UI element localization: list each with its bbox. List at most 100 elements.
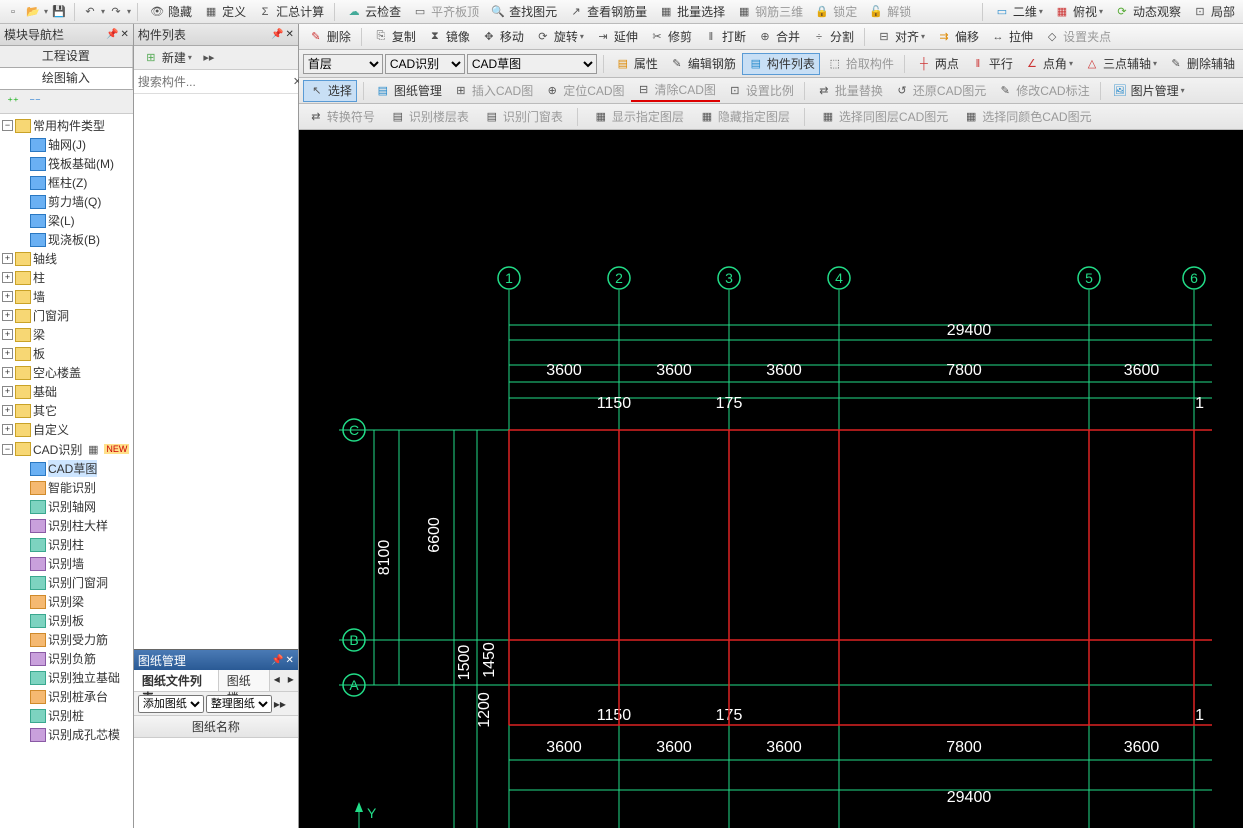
editrebar-button[interactable]: ✎编辑钢筋 [664, 54, 740, 74]
tree-cad-item[interactable]: 识别墙 [2, 554, 131, 573]
convsym-button[interactable]: ⇄转换符号 [303, 107, 379, 127]
undo-icon[interactable]: ↶ [81, 3, 99, 21]
cadsketch-select[interactable]: CAD草图 [467, 54, 597, 74]
tree-cad-item[interactable]: 识别桩 [2, 706, 131, 725]
delete-button[interactable]: ✎删除 [303, 27, 355, 47]
tree-category[interactable]: +门窗洞 [2, 306, 131, 325]
floor-select[interactable]: 首层 [303, 54, 383, 74]
tree-cad-item[interactable]: 识别柱 [2, 535, 131, 554]
delaux-button[interactable]: ✎删除辅轴 [1163, 54, 1239, 74]
threeptaux-button[interactable]: △三点辅轴▾ [1079, 54, 1161, 74]
merge-button[interactable]: ⊕合并 [752, 27, 804, 47]
split-button[interactable]: ÷分割 [806, 27, 858, 47]
twopt-button[interactable]: ┼两点 [911, 54, 963, 74]
close-icon[interactable]: ✕ [120, 29, 128, 40]
clearcad-button[interactable]: ⊟清除CAD图 [631, 80, 720, 102]
collapse-icon[interactable]: ⁻⁻ [26, 93, 44, 111]
expand-icon[interactable]: ⁺⁺ [4, 93, 22, 111]
cadrec-select[interactable]: CAD识别 [385, 54, 465, 74]
trim-button[interactable]: ✂修剪 [644, 27, 696, 47]
scroll-left-icon[interactable]: ◂ [270, 670, 284, 691]
move-button[interactable]: ✥移动 [476, 27, 528, 47]
tree-category[interactable]: +板 [2, 344, 131, 363]
tree-item[interactable]: 梁(L) [2, 211, 131, 230]
flat-button[interactable]: ▭平齐板顶 [407, 2, 483, 22]
tree-common-types[interactable]: −常用构件类型 [2, 116, 131, 135]
ptangle-button[interactable]: ∠点角▾ [1019, 54, 1077, 74]
sellayer-button[interactable]: ▦选择同图层CAD图元 [815, 107, 952, 127]
more-icon[interactable]: ▸▸ [274, 697, 286, 711]
tab-project-settings[interactable]: 工程设置 [0, 46, 133, 67]
overlook-button[interactable]: ▦俯视▾ [1049, 2, 1107, 22]
tree-category[interactable]: +其它 [2, 401, 131, 420]
copy-button[interactable]: ⎘复制 [368, 27, 420, 47]
tab-draw-input[interactable]: 绘图输入 [0, 68, 133, 89]
tree-cad-item[interactable]: 识别成孔芯模 [2, 725, 131, 744]
new-component-button[interactable]: ⊞新建▾ [138, 48, 196, 68]
rotate-button[interactable]: ⟳旋转▾ [530, 27, 588, 47]
tree-item[interactable]: 现浇板(B) [2, 230, 131, 249]
stretch-button[interactable]: ↔拉伸 [985, 27, 1037, 47]
tree-cad-item[interactable]: 识别独立基础 [2, 668, 131, 687]
setgrip-button[interactable]: ◇设置夹点 [1039, 27, 1115, 47]
insertcad-button[interactable]: ⊞插入CAD图 [448, 81, 537, 101]
setscale-button[interactable]: ⊡设置比例 [722, 81, 798, 101]
pin-icon[interactable]: 📌 [106, 29, 118, 40]
offset-button[interactable]: ⇉偏移 [931, 27, 983, 47]
tree-cad-rec[interactable]: −CAD识别 ▦NEW [2, 439, 131, 459]
tree-category[interactable]: +梁 [2, 325, 131, 344]
extend-button[interactable]: ⇥延伸 [590, 27, 642, 47]
tree-cad-item[interactable]: 识别轴网 [2, 497, 131, 516]
hide-button[interactable]: 👁隐藏 [144, 2, 196, 22]
pin-icon[interactable]: 📌 [271, 655, 283, 666]
redo-icon[interactable]: ↷ [107, 3, 125, 21]
view-rebar-button[interactable]: ↗查看钢筋量 [563, 2, 651, 22]
tree-cad-item[interactable]: 识别桩承台 [2, 687, 131, 706]
break-button[interactable]: ‖打断 [698, 27, 750, 47]
scroll-right-icon[interactable]: ▸ [284, 670, 298, 691]
tree-cad-item[interactable]: 识别板 [2, 611, 131, 630]
recdoor-button[interactable]: ▤识别门窗表 [479, 107, 567, 127]
cloud-check-button[interactable]: ☁云检查 [341, 2, 405, 22]
modcadlabel-button[interactable]: ✎修改CAD标注 [992, 81, 1093, 101]
more-icon[interactable]: ▸▸ [200, 49, 218, 67]
tree-category[interactable]: +空心楼盖 [2, 363, 131, 382]
lock-button[interactable]: 🔒锁定 [809, 2, 861, 22]
attr-button[interactable]: ▤属性 [610, 54, 662, 74]
tab-drawing-floor[interactable]: 图纸楼 [219, 670, 270, 691]
new-doc-icon[interactable]: ▫ [4, 3, 22, 21]
close-icon[interactable]: ✕ [285, 29, 293, 40]
tree-category[interactable]: +自定义 [2, 420, 131, 439]
tree-item[interactable]: 框柱(Z) [2, 173, 131, 192]
open-icon[interactable]: 📂 [24, 3, 42, 21]
pickcomp-button[interactable]: ⬚拾取构件 [822, 54, 898, 74]
tree-item[interactable]: 轴网(J) [2, 135, 131, 154]
save-icon[interactable]: 💾 [50, 3, 68, 21]
mirror-button[interactable]: ⧗镜像 [422, 27, 474, 47]
tab-drawing-files[interactable]: 图纸文件列表 [134, 670, 219, 691]
tree-cad-item[interactable]: 识别受力筋 [2, 630, 131, 649]
define-button[interactable]: ▦定义 [198, 2, 250, 22]
tree-category[interactable]: +墙 [2, 287, 131, 306]
find-element-button[interactable]: 🔍查找图元 [485, 2, 561, 22]
dynamic-observe-button[interactable]: ⟳动态观察 [1109, 2, 1185, 22]
batchrep-button[interactable]: ⇄批量替换 [811, 81, 887, 101]
local-button[interactable]: ⊡局部 [1187, 2, 1239, 22]
locatecad-button[interactable]: ⊕定位CAD图 [539, 81, 628, 101]
cad-canvas[interactable]: 1234562940036003600360078003600115017511… [299, 130, 1243, 828]
tree-cad-item[interactable]: 智能识别 [2, 478, 131, 497]
search-input[interactable] [138, 75, 293, 89]
recfloor-button[interactable]: ▤识别楼层表 [385, 107, 473, 127]
hidelayer-button[interactable]: ▦隐藏指定图层 [694, 107, 794, 127]
view2d-button[interactable]: ▭二维▾ [989, 2, 1047, 22]
tree-cad-item[interactable]: 识别负筋 [2, 649, 131, 668]
tree-item[interactable]: 剪力墙(Q) [2, 192, 131, 211]
showlayer-button[interactable]: ▦显示指定图层 [588, 107, 688, 127]
arrange-drawing-dropdown[interactable]: 整理图纸 [206, 695, 272, 713]
unlock-button[interactable]: 🔓解锁 [863, 2, 915, 22]
tree-category[interactable]: +基础 [2, 382, 131, 401]
tree-cad-item[interactable]: 识别门窗洞 [2, 573, 131, 592]
tree-cad-item[interactable]: CAD草图 [2, 459, 131, 478]
align-button[interactable]: ⊟对齐▾ [871, 27, 929, 47]
tree-category[interactable]: +轴线 [2, 249, 131, 268]
